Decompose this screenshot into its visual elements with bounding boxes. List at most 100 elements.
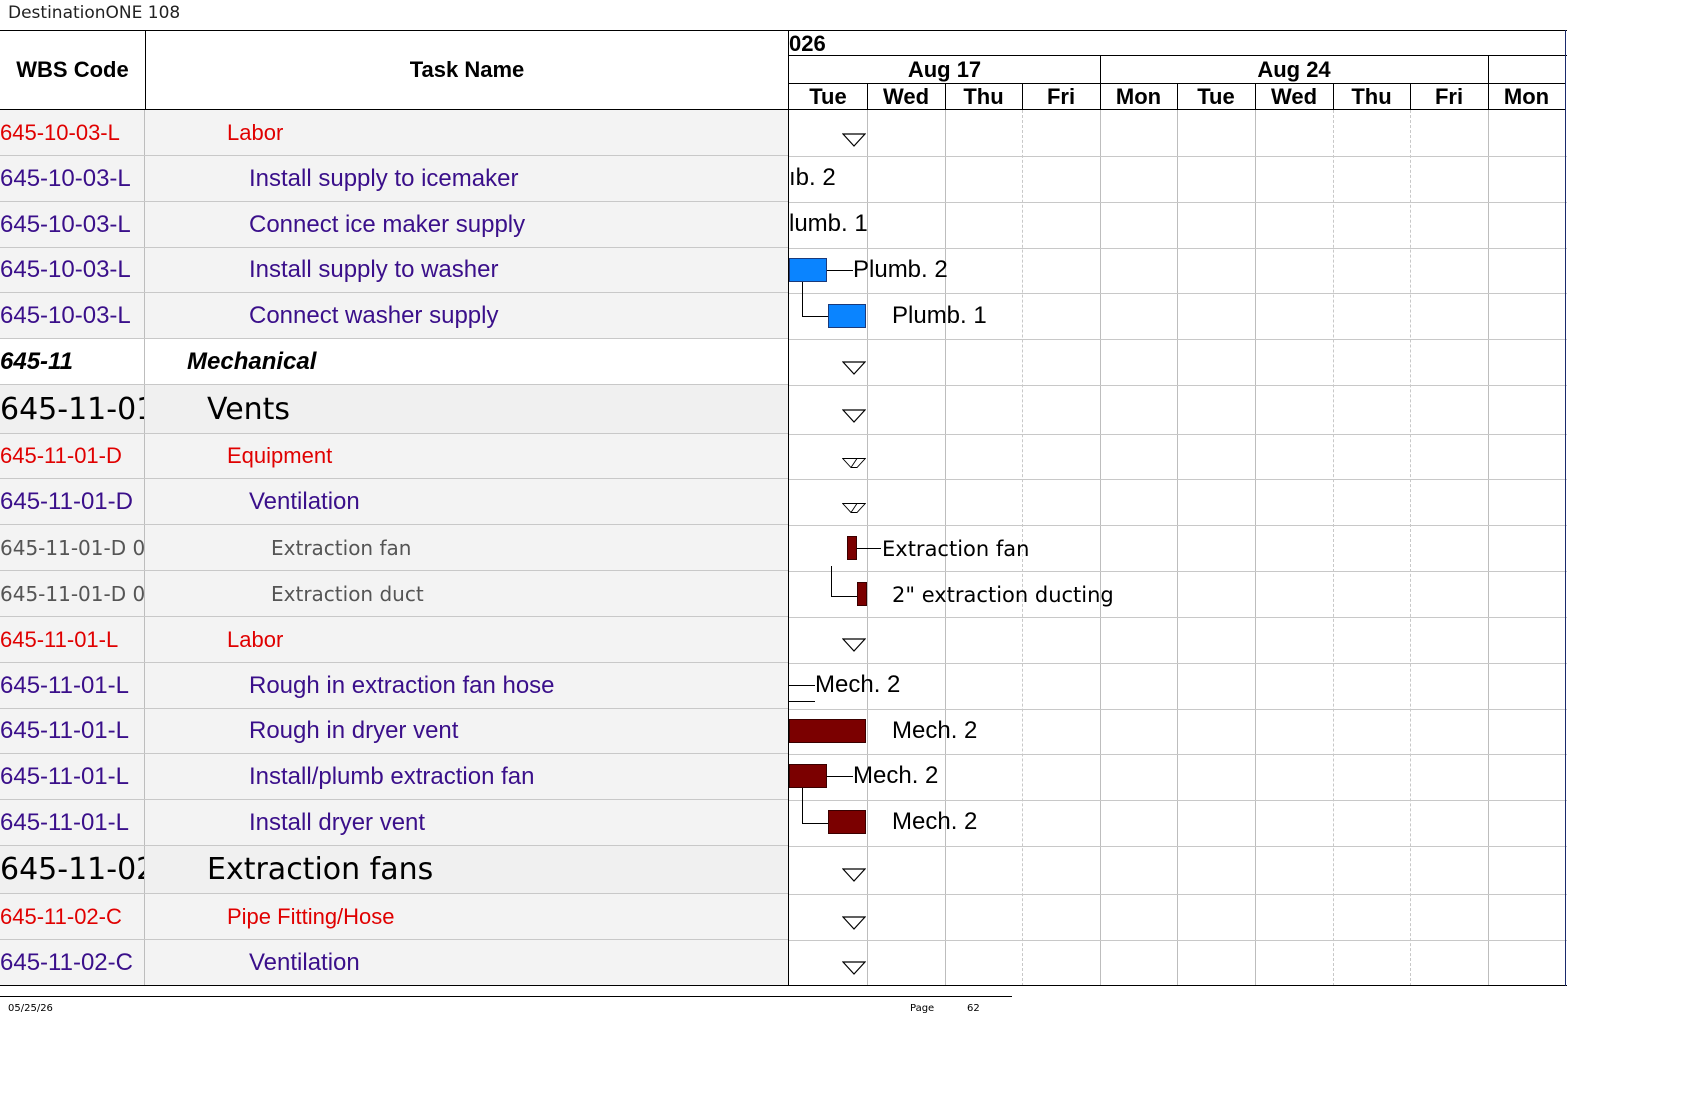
bar-label: Mech. 2 [853,762,939,789]
wbs-code-cell: 645-11-01-D 0 [0,571,145,616]
summary-triangle-icon[interactable] [842,501,866,515]
gantt-bottom-border [789,985,1567,986]
table-row[interactable]: 645-10-03-L Labor [0,110,788,156]
summary-triangle-icon[interactable] [842,133,866,147]
task-bar[interactable] [828,304,866,328]
footer-page-number: 62 [967,1003,980,1014]
wbs-code-cell: 645-11-02-C [0,940,145,985]
wbs-code-cell: 645-11-01-L [0,709,145,753]
table-row[interactable]: 645-11-01-D Equipment [0,434,788,479]
grid-line [1410,110,1411,986]
summary-triangle-icon[interactable] [842,409,866,423]
table-row[interactable]: 645-11-01-D 0 Extraction duct [0,571,788,617]
row-line [789,525,1567,526]
wbs-code-cell: 645-11-01-D 0 [0,525,145,570]
grid-line [1488,110,1489,986]
task-name-cell: Extraction fans [207,852,434,887]
table-row[interactable]: 645-10-03-L Connect washer supply [0,293,788,339]
table-header: WBS Code Task Name [0,30,788,110]
row-line [789,754,1567,755]
task-name-cell: Connect washer supply [249,301,499,329]
row-line [789,800,1567,801]
week-divider [1488,56,1489,110]
summary-triangle-icon[interactable] [842,961,866,975]
table-row[interactable]: 645-11-01-D 0 Extraction fan [0,525,788,571]
table-row[interactable]: 645-11-01-L Install/plumb extraction fan [0,754,788,800]
row-line [789,663,1567,664]
table-row[interactable]: 645-11-01-L Rough in extraction fan hose [0,663,788,709]
wbs-code-cell: 645-11-02 [0,846,145,893]
gantt-chart: 026 Aug 17 Aug 24 Tue Wed Thu Fri Mon Tu… [788,30,1567,986]
row-line [789,479,1567,480]
task-bar[interactable] [789,764,827,788]
task-bar[interactable] [857,582,867,606]
table-row[interactable]: 645-11-02-C Ventilation [0,940,788,986]
wbs-code-cell: 645-11-01 [0,385,145,433]
task-name-cell: Labor [227,119,284,145]
day-divider [1333,84,1334,110]
row-line [789,156,1567,157]
row-line [789,339,1567,340]
table-row[interactable]: 645-11-01-L Install dryer vent [0,800,788,846]
row-line [789,248,1567,249]
task-bar[interactable] [789,719,866,743]
row-line [789,894,1567,895]
summary-triangle-icon[interactable] [842,638,866,652]
table-row[interactable]: 645-11-02 Extraction fans [0,846,788,894]
task-name-cell: Install/plumb extraction fan [249,762,535,790]
task-name-cell: Install supply to washer [249,256,499,283]
table-row[interactable]: 645-10-03-L Install supply to washer [0,248,788,293]
bar-label: Plumb. 2 [853,256,948,283]
wbs-code-header[interactable]: WBS Code [0,31,146,109]
table-row[interactable]: 645-11 Mechanical [0,339,788,385]
timescale-year: 026 [789,31,826,56]
task-name-header[interactable]: Task Name [146,31,788,109]
summary-triangle-icon[interactable] [842,361,866,375]
dependency-link [831,566,858,597]
table-row[interactable]: 645-11-01-L Labor [0,617,788,663]
day-header: Fri [1022,84,1100,110]
day-header: Fri [1410,84,1488,110]
wbs-code-cell: 645-10-03-L [0,110,145,155]
task-bar[interactable] [847,536,857,560]
grid-line [1333,110,1334,986]
table-row[interactable]: 645-11-01 Vents [0,385,788,434]
table-row[interactable]: 645-10-03-L Connect ice maker supply [0,202,788,248]
footer-rule [0,996,1012,997]
day-header: Wed [1255,84,1333,110]
dependency-link [802,788,829,824]
row-line [789,846,1567,847]
week-header [1488,56,1565,84]
grid-line [1255,110,1256,986]
dependency-link [802,282,829,317]
table-row[interactable]: 645-11-01-D Ventilation [0,479,788,525]
task-name-cell: Mechanical [187,347,317,375]
wbs-code-cell: 645-11 [0,339,145,384]
table-row[interactable]: 645-11-01-L Rough in dryer vent [0,709,788,754]
day-divider [1177,84,1178,110]
task-name-cell: Labor [227,626,284,652]
task-bar[interactable] [828,810,866,834]
table-row[interactable]: 645-11-02-C Pipe Fitting/Hose [0,894,788,940]
task-name-cell: Install dryer vent [249,808,426,836]
bar-label: Mech. 2 [892,808,978,835]
day-divider [1255,84,1256,110]
task-name-cell: Ventilation [249,948,360,976]
table-row[interactable]: 645-10-03-L Install supply to icemaker [0,156,788,202]
bar-label: ıb. 2 [789,164,836,191]
grid-line [1100,110,1101,986]
summary-triangle-icon[interactable] [842,868,866,882]
link-line [827,270,853,271]
summary-triangle-icon[interactable] [842,456,866,470]
row-line [789,571,1567,572]
bar-label: Mech. 2 [892,717,978,744]
day-header: Thu [945,84,1022,110]
task-bar[interactable] [789,258,827,282]
summary-triangle-icon[interactable] [842,916,866,930]
day-divider [1410,84,1411,110]
dependency-link [789,685,815,702]
day-header: Mon [1488,84,1565,110]
bar-label: Plumb. 1 [892,302,987,329]
row-line [789,202,1567,203]
bar-label: 2" extraction ducting [892,583,1114,607]
